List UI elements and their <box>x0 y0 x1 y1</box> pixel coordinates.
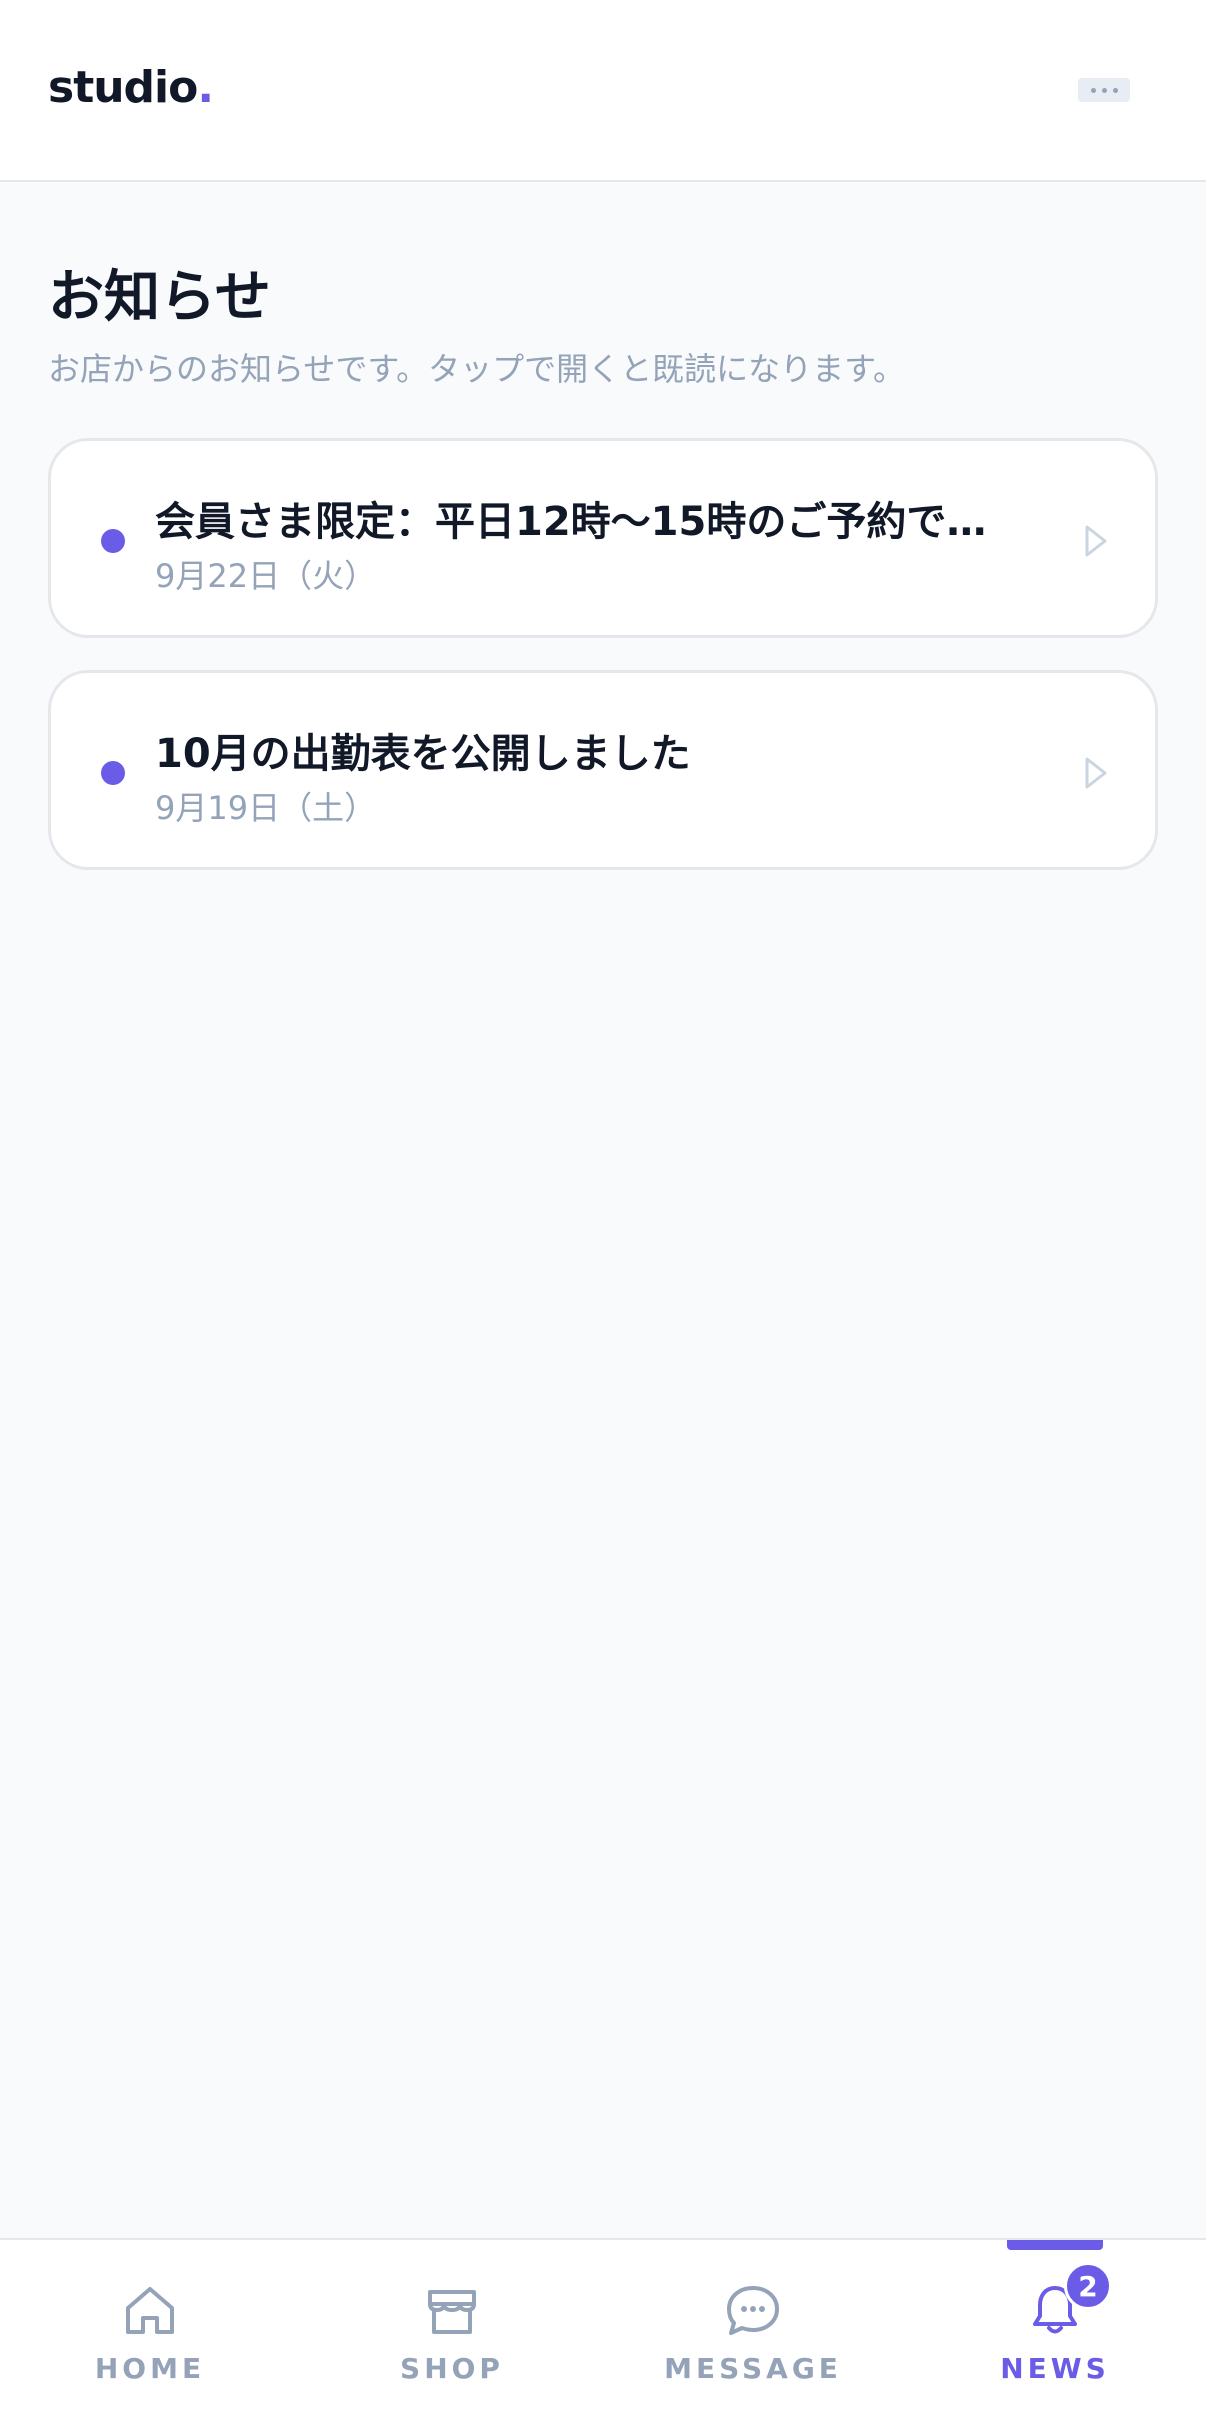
tab-label: HOME <box>94 2352 206 2385</box>
tab-news[interactable]: NEWS <box>905 2240 1205 2432</box>
news-item[interactable]: 会員さま限定：平日12時〜15時のご予約で延長サービス 9月22日（火） <box>48 438 1158 638</box>
unread-dot-icon <box>101 529 125 553</box>
news-item-title: 10月の出勤表を公開しました <box>155 731 691 777</box>
home-icon <box>126 2287 174 2334</box>
bottom-tab-bar: HOME SHOP MESSAGE NEWS 2 <box>0 2238 1206 2432</box>
message-icon <box>727 2286 779 2335</box>
tab-label: MESSAGE <box>664 2352 842 2385</box>
chevron-right-icon <box>1085 757 1107 789</box>
shop-icon <box>428 2290 476 2334</box>
page-title: お知らせ <box>48 265 271 330</box>
news-item-title: 会員さま限定：平日12時〜15時のご予約で延長サービス <box>155 499 1015 545</box>
news-count-badge: 2 <box>1064 2262 1112 2310</box>
more-dots-icon <box>1090 87 1096 93</box>
unread-dot-icon <box>101 761 125 785</box>
news-item-date: 9月22日（火） <box>155 557 377 595</box>
more-menu-button[interactable] <box>1078 78 1130 102</box>
tab-home[interactable]: HOME <box>0 2240 300 2432</box>
tab-label: SHOP <box>400 2352 504 2385</box>
news-item-date: 9月19日（土） <box>155 789 377 827</box>
logo-text: studio <box>48 62 198 113</box>
tab-message[interactable]: MESSAGE <box>603 2240 903 2432</box>
chevron-right-icon <box>1085 525 1107 557</box>
logo[interactable]: studio. <box>48 62 214 113</box>
app-header: studio. <box>0 0 1206 182</box>
tab-label: NEWS <box>1000 2352 1110 2385</box>
page-subtitle: お店からのお知らせです。タップで開くと既読になります。 <box>48 350 905 388</box>
news-item[interactable]: 10月の出勤表を公開しました 9月19日（土） <box>48 670 1158 870</box>
logo-dot: . <box>197 62 214 113</box>
tab-shop[interactable]: SHOP <box>302 2240 602 2432</box>
